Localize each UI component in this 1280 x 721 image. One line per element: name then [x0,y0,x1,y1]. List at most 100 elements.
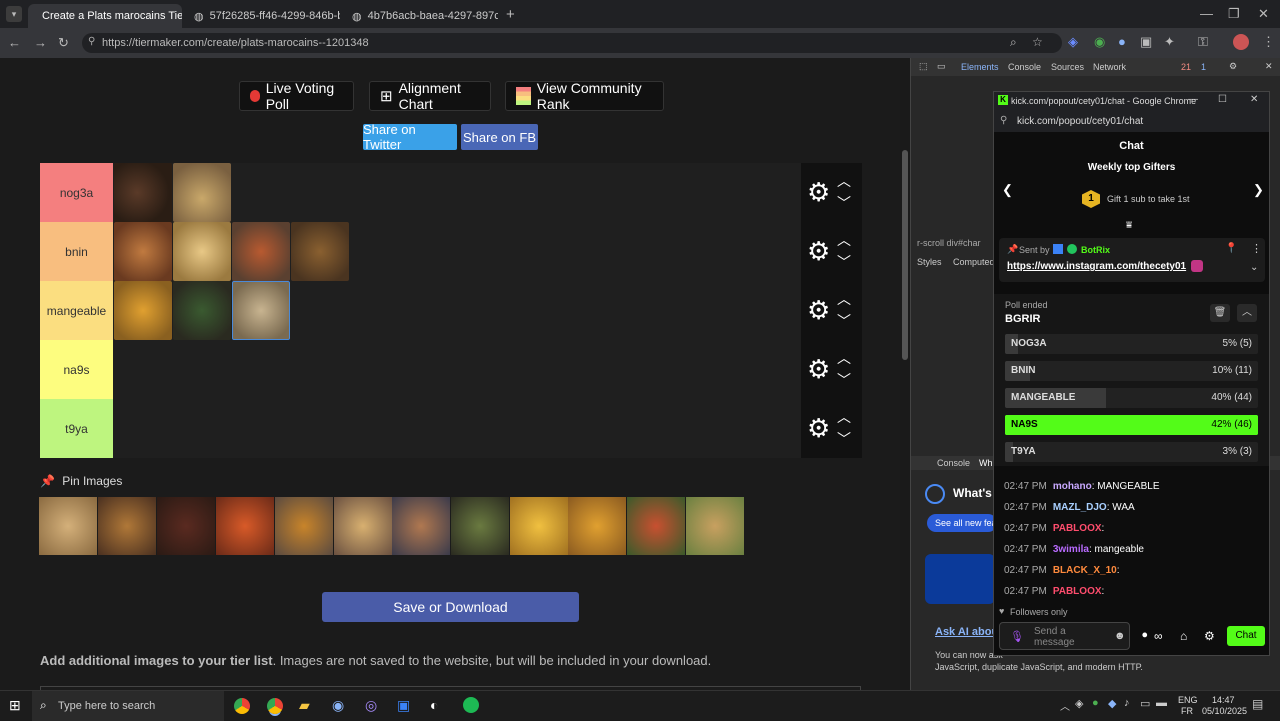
new-tab-icon[interactable]: + [506,6,515,23]
message-username[interactable]: mohano [1053,481,1092,492]
tier-label[interactable]: na9s [40,340,113,399]
device-icon[interactable]: ▭ [937,61,946,72]
extension-icon[interactable]: ▣ [1140,34,1152,50]
food-image[interactable] [291,222,349,281]
live-voting-button[interactable]: Live Voting Poll [239,80,354,112]
network-icon[interactable]: ▭ [1140,697,1150,710]
minimize-icon[interactable]: — [1200,6,1213,21]
food-image[interactable] [232,222,290,281]
filter-icon[interactable]: ⩸ [1126,220,1132,231]
share-fb-button[interactable]: Share on FB [461,124,538,150]
chevron-down-icon[interactable]: ﹀ [837,370,851,390]
error-count[interactable]: 21 [1181,62,1191,72]
close-icon[interactable]: ✕ [1250,94,1258,105]
close-icon[interactable]: ✕ [1265,61,1273,72]
food-image[interactable] [334,497,392,555]
chevron-up-icon[interactable]: ︿ [837,289,851,309]
drawer-tab-whats-new[interactable]: Wh [979,458,993,468]
gear-icon[interactable]: ⚙ [807,295,830,326]
chevron-down-icon[interactable]: ﹀ [837,311,851,331]
app-icon[interactable]: ◉ [332,697,344,714]
devtools-breadcrumb[interactable]: r-scroll div#char [917,238,981,248]
trash-icon[interactable]: 🗑 [1210,304,1230,322]
tier-drop-area[interactable] [113,340,801,399]
site-info-icon[interactable]: ⚲ [88,36,95,47]
clock-date[interactable]: 05/10/2025 [1202,706,1247,716]
tray-icon[interactable]: ◆ [1108,697,1116,710]
tab-search-icon[interactable]: ▾ [6,6,22,22]
infinity-icon[interactable]: ∞ [1154,629,1163,643]
alignment-chart-button[interactable]: ⊞ Alignment Chart [369,80,491,112]
back-icon[interactable]: ← [8,35,21,50]
battery-icon[interactable]: ▬ [1156,697,1167,709]
food-image[interactable] [173,222,231,281]
food-image[interactable] [627,497,685,555]
maximize-icon[interactable]: ☐ [1218,94,1227,105]
gear-icon[interactable]: ⚙ [807,413,830,444]
pointer-icon[interactable]: ⦁ [1142,629,1148,642]
notification-icon[interactable]: ▤ [1252,697,1263,711]
food-image[interactable] [216,497,274,555]
message-username[interactable]: BLACK_X_10 [1053,565,1117,576]
sent-by-user[interactable]: BotRix [1081,245,1110,255]
subtab-styles[interactable]: Styles [917,257,942,267]
lang-primary[interactable]: ENG [1178,695,1198,705]
tier-label[interactable]: mangeable [40,281,113,340]
tray-icon[interactable]: ● [1092,697,1099,709]
food-image[interactable] [114,222,172,281]
chevron-up-icon[interactable]: ︿ [837,230,851,250]
food-image[interactable] [232,281,290,340]
chevron-up-icon[interactable]: ︿ [1237,304,1257,322]
chevron-down-icon[interactable]: ⌄ [1250,262,1258,273]
devtools-tab-network[interactable]: Network [1093,62,1126,72]
tier-drop-area[interactable] [113,399,801,458]
vscode-icon[interactable]: ▣ [397,697,410,714]
gear-icon[interactable]: ⚙ [807,177,830,208]
chat-message-input[interactable]: 🎙 Send a message ☻ [999,622,1130,650]
food-image[interactable] [114,163,172,222]
food-image[interactable] [392,497,450,555]
chevron-up-icon[interactable]: ︿ [837,407,851,427]
chevron-down-icon[interactable]: ﹀ [837,429,851,449]
pin-images-toggle[interactable]: 📌 Pin Images [40,474,122,488]
tier-drop-area[interactable] [113,281,801,340]
maximize-icon[interactable]: ❐ [1228,6,1240,22]
share-twitter-button[interactable]: Share on Twitter [363,122,457,152]
minimize-icon[interactable]: — [1188,94,1198,105]
settings-icon[interactable]: ⚙ [1204,629,1215,643]
save-download-button[interactable]: Save or Download [322,592,579,622]
chrome-icon[interactable] [267,698,283,714]
more-options-icon[interactable]: ⋮ [1251,242,1262,255]
food-image[interactable] [451,497,509,555]
food-image[interactable] [686,497,744,555]
reload-icon[interactable]: ↻ [58,35,69,51]
message-username[interactable]: PABLOOX [1053,586,1102,597]
devtools-tab-elements[interactable]: Elements [961,62,999,72]
tray-icon[interactable]: ◈ [1075,697,1083,710]
ask-ai-link[interactable]: Ask AI about [935,626,1002,638]
emoji-icon[interactable]: ☻ [1114,630,1126,642]
food-image[interactable] [275,497,333,555]
folder-icon[interactable]: ▰ [299,697,310,714]
chevron-down-icon[interactable]: ﹀ [837,252,851,272]
drawer-tab-console[interactable]: Console [937,458,970,468]
url-field[interactable]: ⚲ https://tiermaker.com/create/plats-mar… [82,33,1062,53]
zoom-icon[interactable]: ⌕ [1010,35,1017,50]
devtools-tab-sources[interactable]: Sources [1051,62,1084,72]
food-image[interactable] [173,281,231,340]
tier-label[interactable]: t9ya [40,399,113,458]
extension-icon[interactable]: ◈ [1068,34,1078,50]
gear-icon[interactable]: ⚙ [807,354,830,385]
see-all-button[interactable]: See all new feat [927,514,997,532]
pinned-link[interactable]: https://www.instagram.com/thecety01 [1007,261,1186,272]
community-rank-button[interactable]: View Community Rank [505,80,664,112]
tab-3[interactable]: ◍ 4b7b6acb-baea-4297-897c-1e ✕ [344,4,498,28]
food-image[interactable] [157,497,215,555]
warning-count[interactable]: 1 [1201,62,1206,72]
chevron-up-icon[interactable]: ︿ [837,348,851,368]
food-image[interactable] [173,163,231,222]
chevron-up-icon[interactable]: ︿ [837,171,851,191]
app-icon[interactable]: ◎ [365,697,377,714]
food-image[interactable] [39,497,97,555]
settings-icon[interactable]: ⚙ [1229,61,1237,72]
